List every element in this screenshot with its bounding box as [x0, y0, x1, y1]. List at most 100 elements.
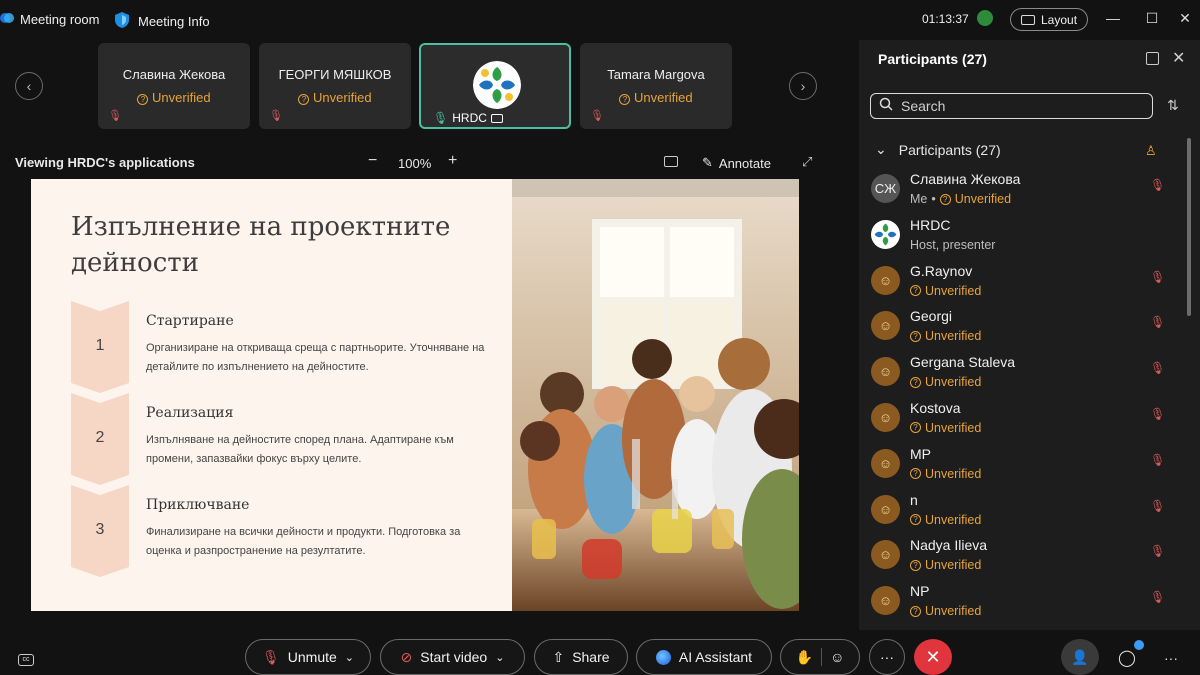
- muted-mic-icon[interactable]: 🎙: [1150, 590, 1165, 604]
- person-icon: ☺: [878, 501, 893, 517]
- close-panel-icon[interactable]: ✕: [1172, 48, 1185, 68]
- participant-status: ? Unverified: [910, 329, 981, 343]
- participant-name: Kostova: [910, 399, 961, 416]
- search-box[interactable]: [870, 93, 1153, 119]
- meeting-timer: 01:13:37: [922, 12, 969, 26]
- muted-mic-icon[interactable]: 🎙: [1150, 453, 1165, 467]
- unverified-icon: ?: [910, 559, 921, 571]
- meeting-info-button[interactable]: Meeting Info: [114, 11, 210, 32]
- avatar: ☺: [871, 586, 900, 616]
- share-button[interactable]: ⇧ Share: [534, 639, 628, 675]
- close-window-icon[interactable]: ✕: [1176, 10, 1194, 27]
- share-label: Share: [572, 649, 610, 665]
- tile-name: 🎙 HRDC: [433, 111, 503, 125]
- participant-row[interactable]: ☺ NP ? Unverified 🎙: [859, 578, 1179, 624]
- annotate-button[interactable]: ✎ Annotate: [702, 155, 771, 171]
- participant-name: NP: [910, 583, 930, 600]
- participant-row[interactable]: ☺ Kostova ? Unverified 🎙: [859, 395, 1179, 441]
- participant-row[interactable]: СЖ Славина Жекова Me • ? Unverified 🎙: [859, 166, 1179, 212]
- participant-name: Славина Жекова: [910, 171, 1021, 187]
- zoom-out-button[interactable]: −: [368, 152, 377, 170]
- reactions-icon[interactable]: ☺: [830, 649, 844, 665]
- person-icon: ☺: [878, 409, 893, 425]
- step-description: Организиране на откриваща среща с партнь…: [146, 342, 485, 373]
- tile-status: ? Unverified: [259, 90, 411, 105]
- tile-status: ? Unverified: [98, 90, 250, 105]
- ai-assistant-icon: [655, 649, 671, 665]
- video-tile[interactable]: ГЕОРГИ МЯШКОВ ? Unverified 🎙: [259, 43, 411, 129]
- unmute-button[interactable]: 🎙 Unmute ⌄: [245, 639, 371, 675]
- chat-icon[interactable]: ◯: [1118, 648, 1136, 668]
- attendee-icon[interactable]: ♙: [1145, 143, 1157, 159]
- participant-list: СЖ Славина Жекова Me • ? Unverified 🎙 HRDC…: [859, 166, 1179, 630]
- muted-mic-icon[interactable]: 🎙: [1150, 270, 1165, 284]
- participant-name: Nadya Ilieva: [910, 537, 988, 554]
- tile-name: Tamara Margova: [607, 67, 705, 82]
- video-tile[interactable]: Славина Жекова ? Unverified 🎙: [98, 43, 250, 129]
- sharing-icon: [490, 113, 503, 123]
- layout-label: Layout: [1041, 12, 1078, 27]
- strip-next-button[interactable]: ›: [789, 72, 817, 100]
- layout-button[interactable]: Layout: [1010, 8, 1089, 31]
- minimize-icon[interactable]: —: [1104, 10, 1122, 26]
- zoom-in-button[interactable]: +: [448, 152, 457, 170]
- participant-row[interactable]: ☺ Nadya Ilieva ? Unverified 🎙: [859, 532, 1179, 578]
- search-input[interactable]: [901, 98, 1141, 114]
- unverified-icon: ?: [137, 94, 149, 105]
- person-icon: ☺: [878, 364, 893, 380]
- muted-mic-icon[interactable]: 🎙: [1150, 499, 1165, 513]
- participant-row[interactable]: ☺ Gergana Staleva ? Unverified 🎙: [859, 349, 1179, 395]
- video-tile-active[interactable]: 🎙 HRDC: [419, 43, 571, 129]
- participant-row[interactable]: ☺ MP ? Unverified 🎙: [859, 441, 1179, 487]
- muted-mic-icon[interactable]: 🎙: [1150, 315, 1165, 329]
- popout-icon[interactable]: [1146, 52, 1159, 65]
- participant-row[interactable]: ☺ Georgi ? Unverified 🎙: [859, 303, 1179, 349]
- more-options-button[interactable]: ···: [869, 639, 905, 675]
- participant-row[interactable]: HRDC Host, presenter: [859, 212, 1179, 258]
- ai-assistant-button[interactable]: AI Assistant: [636, 639, 772, 675]
- step-heading: Приключване: [146, 497, 250, 513]
- participant-row[interactable]: ☺ G.Raynov ? Unverified 🎙: [859, 258, 1179, 304]
- muted-mic-icon[interactable]: 🎙: [1150, 544, 1165, 558]
- captions-icon[interactable]: cc: [18, 648, 34, 666]
- leave-meeting-button[interactable]: ✕: [914, 639, 952, 675]
- participants-group-toggle[interactable]: ⌄ Participants (27): [875, 141, 1001, 158]
- mic-icon: 🎙: [433, 111, 449, 125]
- muted-mic-icon[interactable]: 🎙: [1150, 178, 1165, 192]
- network-health-icon[interactable]: [977, 10, 993, 26]
- layout-icon: [1021, 14, 1035, 25]
- muted-mic-icon[interactable]: 🎙: [1150, 361, 1165, 375]
- step-number: 3: [95, 521, 105, 538]
- start-video-button[interactable]: ⊘ Start video ⌄: [380, 639, 525, 675]
- raise-hand-icon[interactable]: ✋: [796, 649, 813, 666]
- unverified-icon: ?: [910, 376, 921, 388]
- chat-notification-badge: [1134, 640, 1144, 650]
- meeting-room-menu[interactable]: Meeting room: [0, 11, 99, 28]
- unverified-icon: ?: [939, 193, 951, 205]
- video-tile[interactable]: Tamara Margova ? Unverified 🎙: [580, 43, 732, 129]
- participant-status: Me • ? Unverified: [910, 192, 1012, 206]
- person-icon: ☺: [878, 593, 893, 609]
- unverified-icon: ?: [298, 94, 310, 105]
- more-panels-icon[interactable]: ···: [1164, 650, 1178, 666]
- strip-prev-button[interactable]: ‹: [15, 72, 43, 100]
- muted-mic-icon[interactable]: 🎙: [1150, 407, 1165, 421]
- sort-icon[interactable]: ⇅: [1167, 97, 1179, 114]
- share-view-bar: Viewing HRDC's applications − 100% + ✎ A…: [0, 150, 830, 176]
- participants-toggle-button[interactable]: 👤: [1061, 639, 1099, 675]
- shared-slide: Изпълнение на проектните дейности 1 Стар…: [31, 179, 799, 611]
- avatar: ☺: [871, 494, 900, 524]
- participant-row[interactable]: ☺ n ? Unverified 🎙: [859, 487, 1179, 533]
- share-icon: ⇧: [552, 648, 565, 665]
- maximize-icon[interactable]: ☐: [1143, 10, 1161, 27]
- share-control-icon[interactable]: [664, 156, 678, 167]
- participants-panel: Participants (27) ✕ ⇅ ⌄ Participants (27…: [859, 40, 1200, 630]
- fullscreen-icon[interactable]: ⤢: [802, 154, 812, 170]
- hrdc-logo: [473, 61, 521, 109]
- tile-name: Славина Жекова: [122, 67, 226, 82]
- avatar: ☺: [871, 357, 900, 387]
- participant-status: ? Unverified: [910, 604, 981, 618]
- participants-icon: 👤: [1071, 648, 1089, 665]
- muted-mic-icon: 🎙: [261, 648, 280, 665]
- panel-scrollbar[interactable]: [1187, 138, 1191, 316]
